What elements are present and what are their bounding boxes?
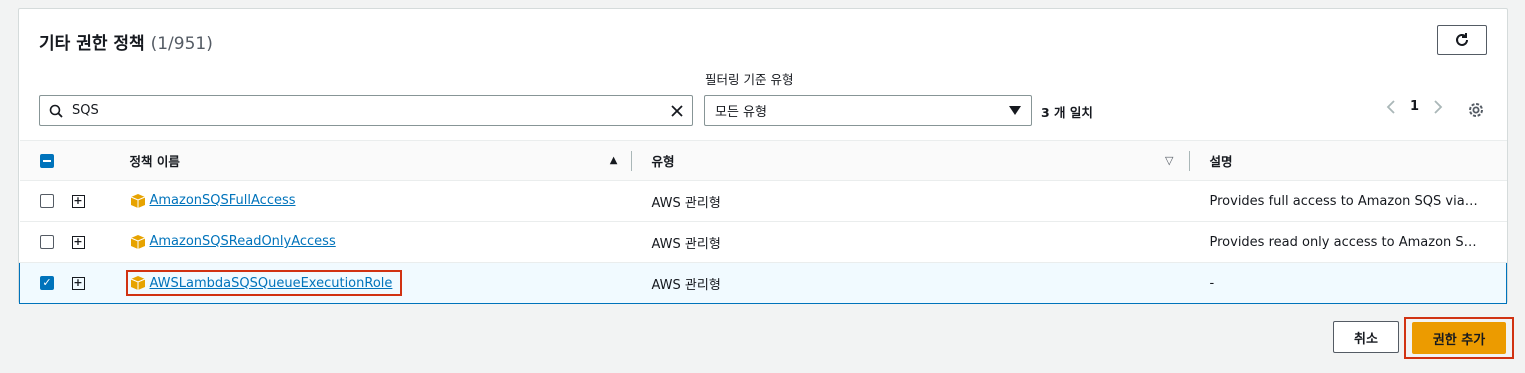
caret-down-icon bbox=[1009, 105, 1021, 115]
policy-name-cell: AmazonSQSFullAccess bbox=[130, 190, 300, 212]
row-checkbox[interactable] bbox=[39, 235, 54, 249]
current-page[interactable]: 1 bbox=[1410, 99, 1419, 114]
policy-description: Provides read only access to Amazon SQS … bbox=[1209, 234, 1480, 250]
select-all-checkbox[interactable] bbox=[39, 154, 54, 169]
search-input-container[interactable] bbox=[39, 95, 693, 126]
aws-policy-cube-icon bbox=[130, 234, 145, 249]
policy-link[interactable]: AmazonSQSFullAccess bbox=[150, 193, 296, 208]
search-icon bbox=[40, 104, 72, 118]
policy-description: - bbox=[1209, 275, 1215, 291]
policy-link[interactable]: AmazonSQSReadOnlyAccess bbox=[150, 234, 336, 249]
expand-icon[interactable]: + bbox=[71, 235, 85, 249]
header-select-all bbox=[19, 140, 72, 181]
column-header-type[interactable]: 유형 ▽ bbox=[631, 140, 1190, 181]
policy-name-cell-highlighted: AWSLambdaSQSQueueExecutionRole bbox=[125, 270, 403, 296]
match-count: 3 개 일치 bbox=[1041, 105, 1093, 120]
table-row[interactable]: + AmazonSQSReadOnlyAccess AWS 관리형 Provid… bbox=[19, 221, 1507, 263]
search-input[interactable] bbox=[72, 103, 662, 118]
row-checkbox[interactable] bbox=[39, 194, 54, 208]
column-header-description[interactable]: 설명 bbox=[1189, 140, 1507, 181]
pagination: 1 bbox=[1386, 99, 1443, 114]
expand-icon[interactable]: + bbox=[71, 276, 85, 290]
sort-ascending-icon: ▲ bbox=[609, 155, 618, 166]
refresh-button[interactable] bbox=[1437, 25, 1487, 55]
policy-link[interactable]: AWSLambdaSQSQueueExecutionRole bbox=[150, 276, 393, 291]
expand-icon[interactable]: + bbox=[71, 194, 85, 208]
policy-type: AWS 관리형 bbox=[631, 221, 1190, 263]
type-filter-value: 모든 유형 bbox=[715, 105, 767, 120]
policies-table: 정책 이름 ▲ 유형 ▽ 설명 + AmazonSQSFullAccess AW… bbox=[19, 140, 1507, 304]
table-row-selected[interactable]: ✓ + AWSLambdaSQSQueueExecutionRole AWS 관… bbox=[19, 262, 1507, 304]
filter-type-label: 필터링 기준 유형 bbox=[705, 72, 794, 87]
add-permissions-highlight: 권한 추가 bbox=[1404, 317, 1514, 359]
add-permissions-button[interactable]: 권한 추가 bbox=[1412, 322, 1506, 354]
policies-panel: 기타 권한 정책 (1/951) 필터링 기준 유형 모든 유형 bbox=[18, 8, 1508, 304]
aws-policy-cube-icon bbox=[130, 276, 145, 290]
policy-description: Provides full access to Amazon SQS via t… bbox=[1209, 193, 1480, 209]
row-checkbox-checked[interactable]: ✓ bbox=[40, 276, 54, 290]
policy-type: AWS 관리형 bbox=[631, 262, 1190, 304]
policy-type: AWS 관리형 bbox=[631, 180, 1190, 222]
type-filter-select[interactable]: 모든 유형 bbox=[704, 95, 1032, 126]
cancel-button[interactable]: 취소 bbox=[1333, 321, 1399, 353]
aws-policy-cube-icon bbox=[130, 193, 145, 208]
panel-title: 기타 권한 정책 (1/951) bbox=[39, 29, 213, 54]
chevron-left-icon[interactable] bbox=[1386, 99, 1396, 114]
table-header-row: 정책 이름 ▲ 유형 ▽ 설명 bbox=[19, 140, 1507, 181]
table-row[interactable]: + AmazonSQSFullAccess AWS 관리형 Provides f… bbox=[19, 180, 1507, 222]
chevron-right-icon[interactable] bbox=[1433, 99, 1443, 114]
sort-unsorted-icon: ▽ bbox=[1165, 154, 1174, 167]
policy-name-cell: AmazonSQSReadOnlyAccess bbox=[130, 231, 340, 253]
column-header-name[interactable]: 정책 이름 ▲ bbox=[129, 140, 632, 181]
panel-title-count: (1/951) bbox=[150, 34, 213, 54]
close-icon[interactable] bbox=[662, 104, 692, 118]
refresh-icon bbox=[1456, 33, 1468, 46]
gear-icon[interactable] bbox=[1467, 101, 1485, 119]
panel-title-text: 기타 권한 정책 bbox=[39, 34, 145, 54]
